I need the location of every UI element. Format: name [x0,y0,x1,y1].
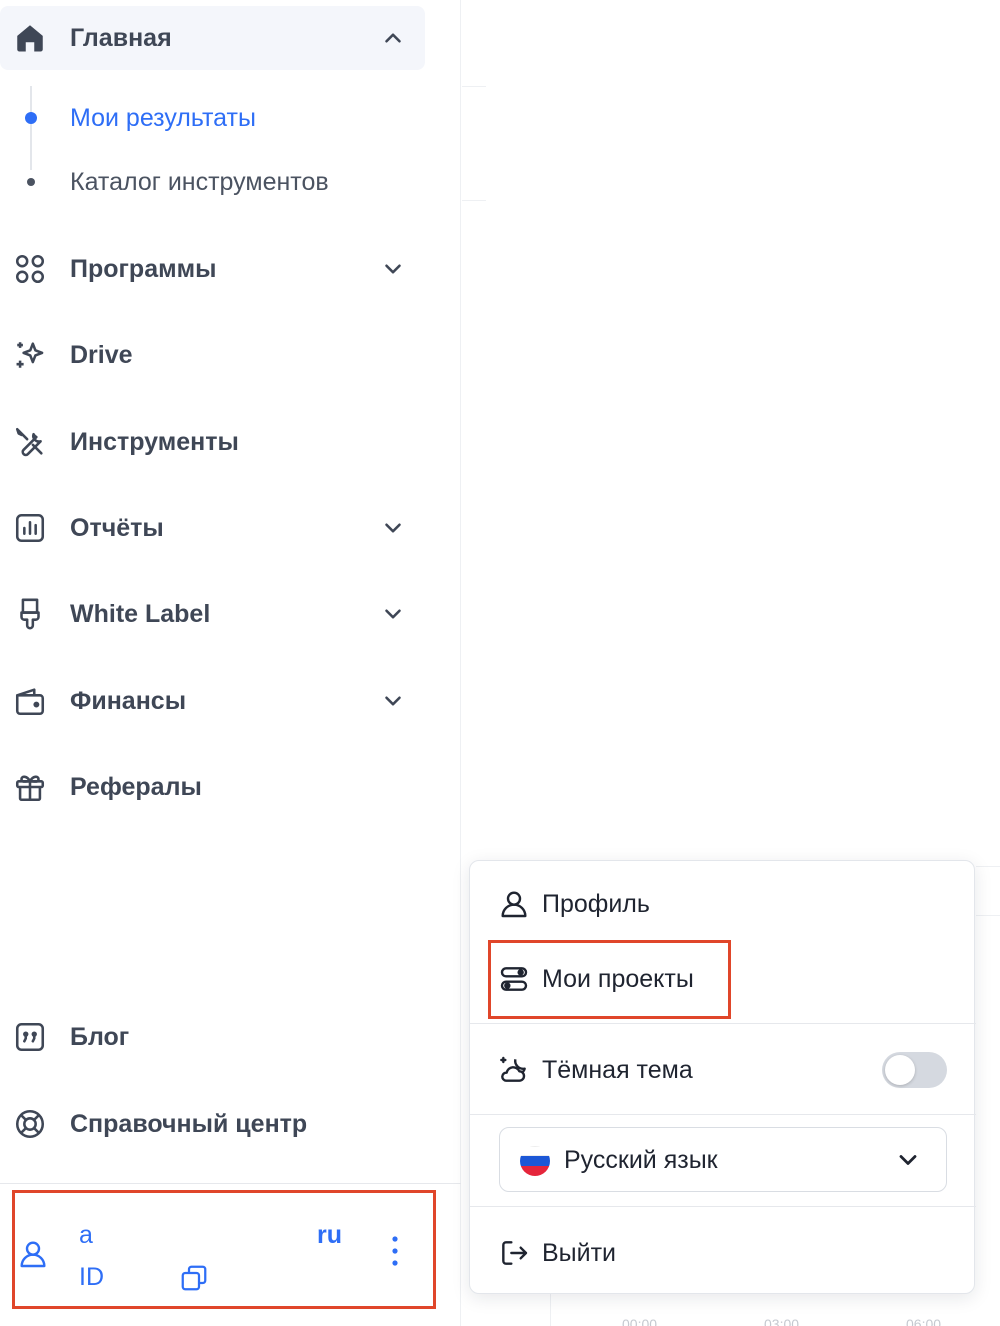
projects-icon [500,967,528,991]
language-select-value: Русский язык [564,1146,718,1174]
background-divider [462,200,486,201]
bullet-dot [27,178,35,186]
sidebar-subitem-label: Каталог инструментов [70,167,329,196]
active-dot [25,112,37,124]
menu-item-label: Мои проекты [542,964,694,993]
menu-item-label: Тёмная тема [542,1055,693,1084]
home-icon [11,19,49,57]
gift-icon [11,768,49,806]
user-icon [501,891,527,918]
sidebar-item-home[interactable]: Главная [0,6,425,70]
sidebar-item-programs[interactable]: Программы [0,237,425,301]
divider [470,1114,976,1115]
axis-tick-label: 03:00 [764,1316,800,1326]
lifebuoy-icon [11,1105,49,1143]
sidebar-item-label: Главная [70,23,172,52]
sidebar-item-white-label[interactable]: White Label [0,582,425,646]
sidebar-item-referrals[interactable]: Рефералы [0,755,425,819]
background-divider [976,866,1000,867]
sidebar-item-label: White Label [70,599,211,628]
sidebar-item-label: Финансы [70,686,187,715]
sidebar-subitem-label: Мои результаты [70,103,256,132]
sidebar-subitem-my-results[interactable]: Мои результаты [0,93,425,143]
sidebar-item-blog[interactable]: Блог [0,1005,425,1069]
language-select[interactable]: Русский язык [499,1127,947,1192]
menu-item-logout[interactable]: Выйти [470,1228,976,1278]
account-name: a [79,1221,93,1249]
sidebar-subitem-tools-catalog[interactable]: Каталог инструментов [0,157,425,207]
cloud-moon-icon [500,1056,526,1082]
background-divider [976,915,1000,916]
account-panel[interactable]: a ID ru [12,1190,436,1309]
sidebar-item-finance[interactable]: Финансы [0,669,425,733]
chevron-down-icon[interactable] [375,683,411,719]
menu-item-label: Профиль [542,889,650,918]
account-id-label: ID [79,1263,104,1291]
account-menu: Профиль Мои проекты Тёмная тема Русский … [469,860,976,1294]
dark-theme-toggle[interactable] [882,1052,947,1088]
sidebar-item-label: Блог [70,1022,130,1051]
chevron-down-icon[interactable] [375,596,411,632]
brush-icon [11,595,49,633]
menu-item-my-projects[interactable]: Мои проекты [470,954,976,1004]
menu-item-profile[interactable]: Профиль [470,879,976,929]
axis-tick-label: 00:00 [622,1316,658,1326]
menu-item-label: Выйти [542,1238,617,1267]
chevron-down-icon[interactable] [375,510,411,546]
wallet-icon [11,682,49,720]
more-vertical-icon[interactable] [383,1233,407,1269]
sidebar-item-help-center[interactable]: Справочный центр [0,1092,425,1156]
divider [0,1183,461,1184]
sidebar-item-label: Drive [70,340,133,369]
sidebar: Главная Мои результаты Каталог инструмен… [0,0,461,1326]
user-icon [20,1241,46,1268]
quote-icon [11,1018,49,1056]
chevron-down-icon[interactable] [375,251,411,287]
sidebar-item-drive[interactable]: Drive [0,323,425,387]
divider [470,1023,976,1024]
bar-chart-icon [11,509,49,547]
logout-icon [502,1241,528,1265]
background-divider [462,86,486,87]
toggle-knob [885,1055,915,1085]
tools-icon [11,423,49,461]
sparkles-icon [11,336,49,374]
russia-flag-icon [520,1146,550,1176]
sidebar-item-label: Рефералы [70,772,202,801]
divider [470,1206,976,1207]
sidebar-item-tools[interactable]: Инструменты [0,410,425,474]
sidebar-item-label: Инструменты [70,427,239,456]
sidebar-item-reports[interactable]: Отчёты [0,496,425,560]
sidebar-item-label: Справочный центр [70,1109,308,1138]
copy-icon[interactable] [179,1263,209,1293]
axis-tick-label: 06:00 [906,1316,942,1326]
chart-axis [550,1294,551,1326]
sidebar-item-label: Отчёты [70,513,164,542]
chevron-up-icon[interactable] [375,20,411,56]
account-language: ru [317,1221,342,1249]
chevron-down-icon [899,1155,917,1165]
grid-icon [11,250,49,288]
sidebar-item-label: Программы [70,254,217,283]
